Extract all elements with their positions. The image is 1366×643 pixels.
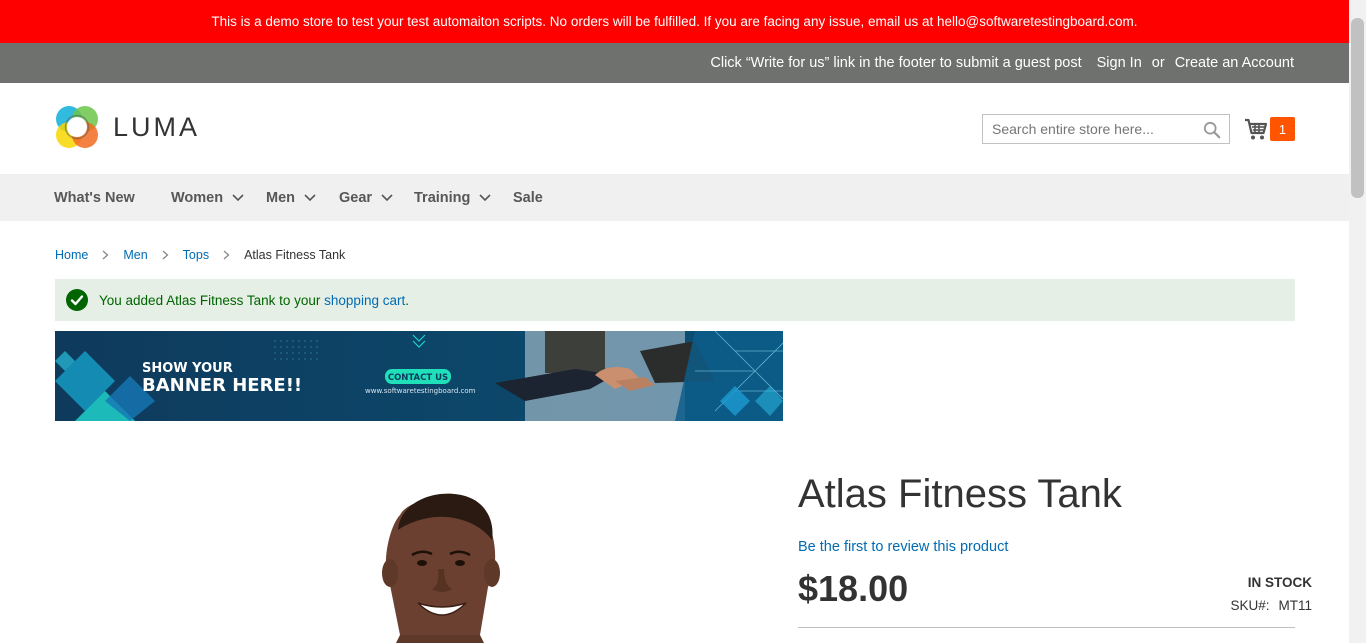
chevron-down-icon xyxy=(479,193,491,201)
nav-item-sale[interactable]: Sale xyxy=(513,174,543,221)
promo-banner[interactable]: SHOW YOUR BANNER HERE!! CONTACT US www.s… xyxy=(55,331,783,421)
product-sku: SKU#: MT11 xyxy=(1230,598,1312,613)
breadcrumb-tops[interactable]: Tops xyxy=(183,248,209,262)
nav-item-whats-new[interactable]: What's New xyxy=(54,174,135,221)
page-scrollbar[interactable] xyxy=(1349,0,1366,643)
demo-notice-text: This is a demo store to test your test a… xyxy=(211,14,1138,29)
search-input[interactable] xyxy=(983,115,1202,143)
checkmark-icon xyxy=(66,289,88,311)
banner-line1: SHOW YOUR xyxy=(142,361,233,376)
chevron-right-icon xyxy=(223,250,230,260)
chevron-down-icon xyxy=(381,193,393,201)
message-period: . xyxy=(405,292,409,308)
header-links: Click “Write for us” link in the footer … xyxy=(710,43,1294,83)
stock-status: In stock xyxy=(1247,575,1312,590)
banner-graphic: SHOW YOUR BANNER HERE!! CONTACT US www.s… xyxy=(55,331,783,421)
success-message-text: You added Atlas Fitness Tank to your xyxy=(99,292,325,308)
nav-item-gear[interactable]: Gear xyxy=(339,174,393,221)
product-title: Atlas Fitness Tank xyxy=(798,472,1122,516)
or-separator: or xyxy=(1151,55,1165,71)
product-photo xyxy=(360,485,520,643)
logo-text: LUMA xyxy=(113,111,201,142)
luma-logo[interactable]: LUMA xyxy=(55,104,200,150)
header-panel: Click “Write for us” link in the footer … xyxy=(0,43,1349,83)
sku-label: SKU#: xyxy=(1230,598,1270,613)
sign-in-link[interactable]: Sign In xyxy=(1097,55,1142,71)
breadcrumb: Home Men Tops Atlas Fitness Tank xyxy=(55,246,345,264)
product-price: $18.00 xyxy=(798,568,909,609)
chevron-right-icon xyxy=(162,250,169,260)
banner-line2: BANNER HERE!! xyxy=(142,375,302,396)
chevron-right-icon xyxy=(102,250,109,260)
nav-item-label: Gear xyxy=(339,189,373,206)
nav-item-label: Sale xyxy=(513,189,543,206)
banner-url: www.softwaretestingboard.com xyxy=(365,387,476,395)
product-info-divider xyxy=(798,627,1295,628)
search-icon[interactable] xyxy=(1203,121,1221,139)
nav-item-label: Women xyxy=(171,189,224,206)
shopping-cart-link[interactable]: shopping cart xyxy=(324,293,405,308)
nav-item-label: Men xyxy=(266,189,295,206)
nav-item-label: Training xyxy=(414,189,471,206)
chevron-down-icon xyxy=(304,193,316,201)
luma-logo-icon xyxy=(56,106,98,148)
breadcrumb-home[interactable]: Home xyxy=(55,248,88,262)
breadcrumb-current: Atlas Fitness Tank xyxy=(244,248,346,262)
breadcrumb-men[interactable]: Men xyxy=(123,248,147,262)
cart-icon xyxy=(1245,118,1268,140)
product-main-image[interactable] xyxy=(360,485,520,643)
nav-item-women[interactable]: Women xyxy=(171,174,244,221)
sku-value: MT11 xyxy=(1278,598,1312,613)
nav-item-men[interactable]: Men xyxy=(266,174,316,221)
search-box xyxy=(982,114,1230,144)
banner-contact-button: CONTACT US xyxy=(388,373,448,383)
minicart[interactable]: 1 xyxy=(1244,116,1296,142)
chevron-down-icon xyxy=(232,193,244,201)
scrollbar-thumb[interactable] xyxy=(1351,18,1364,198)
demo-store-notice: This is a demo store to test your test a… xyxy=(0,0,1349,43)
write-review-link[interactable]: Be the first to review this product xyxy=(798,539,1008,555)
main-navigation: What's New Women Men Gear Training Sale xyxy=(0,174,1349,221)
success-message: You added Atlas Fitness Tank to your sho… xyxy=(55,279,1295,321)
nav-item-training[interactable]: Training xyxy=(414,174,491,221)
nav-item-label: What's New xyxy=(54,189,135,206)
create-account-link[interactable]: Create an Account xyxy=(1175,55,1294,71)
cart-counter-badge: 1 xyxy=(1270,117,1295,141)
guest-post-promo: Click “Write for us” link in the footer … xyxy=(710,55,1082,71)
